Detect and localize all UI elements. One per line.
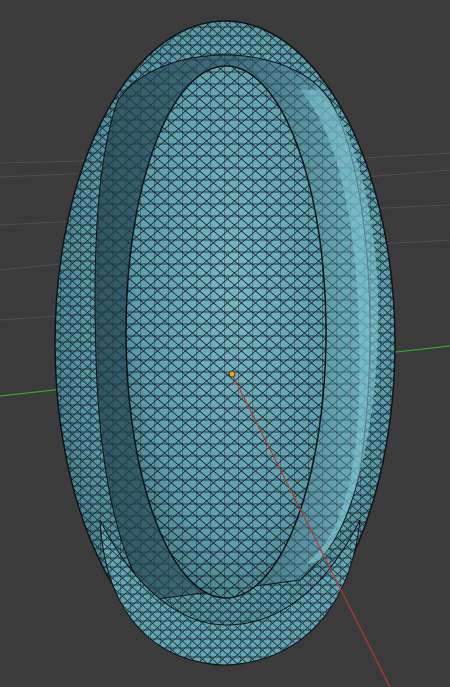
viewport-scene[interactable] <box>0 0 450 687</box>
3d-viewport[interactable] <box>0 0 450 687</box>
object-origin-dot[interactable] <box>228 370 236 378</box>
